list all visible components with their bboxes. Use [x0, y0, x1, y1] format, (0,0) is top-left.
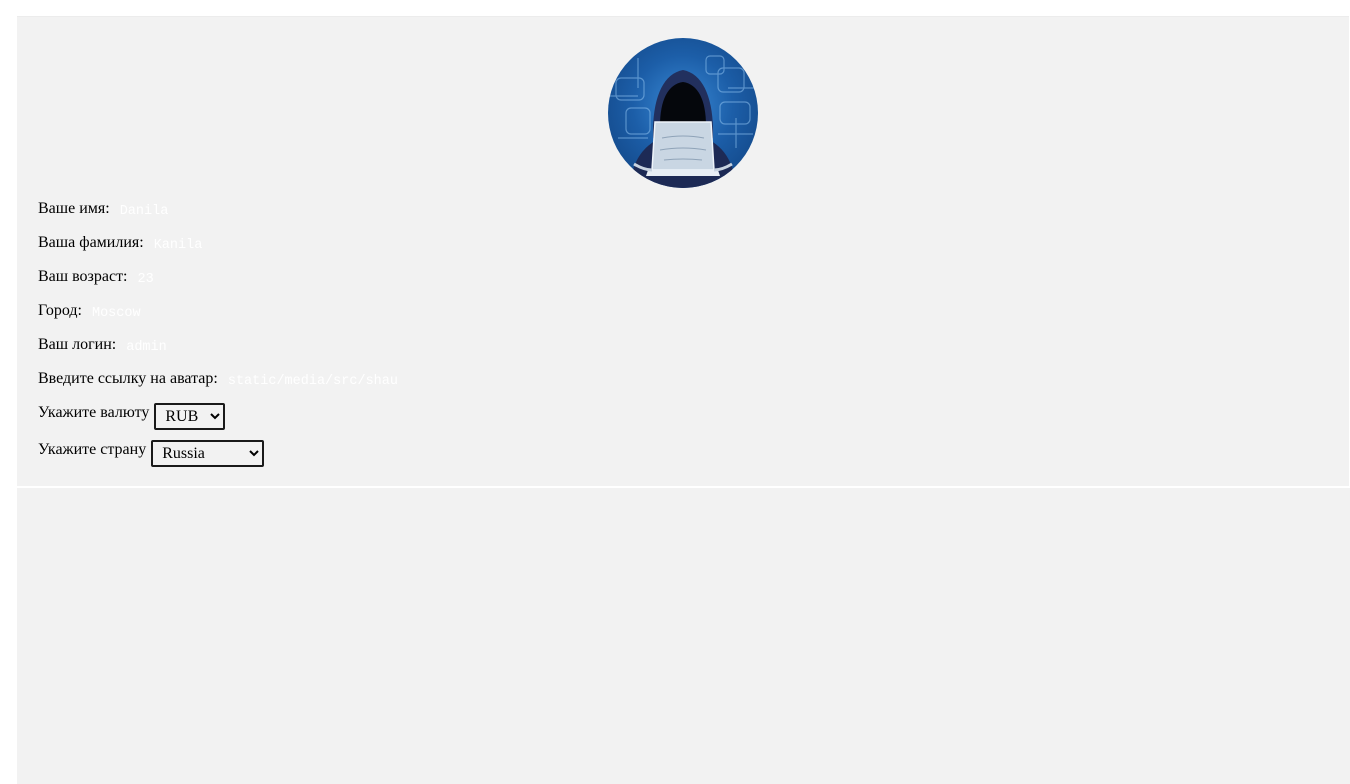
first-name-row: Ваше имя:	[38, 200, 222, 219]
currency-label: Укажите валюту	[38, 404, 150, 421]
country-row: Укажите страну Russia	[38, 440, 265, 467]
city-label: Город:	[38, 302, 82, 319]
last-name-row: Ваша фамилия:	[38, 234, 256, 253]
country-select[interactable]: Russia	[151, 440, 265, 467]
avatar-link-input[interactable]	[225, 373, 412, 389]
city-row: Город:	[38, 302, 194, 321]
currency-select[interactable]: RUB	[154, 403, 226, 430]
profile-panel: Ваше имя: Ваша фамилия: Ваш возраст: Гор…	[17, 16, 1349, 486]
city-input[interactable]	[89, 305, 194, 321]
login-input[interactable]	[124, 339, 229, 355]
avatar-link-row: Введите ссылку на аватар:	[38, 370, 412, 389]
age-row: Ваш возраст:	[38, 268, 240, 287]
login-label: Ваш логин:	[38, 336, 117, 353]
currency-row: Укажите валюту RUB	[38, 403, 226, 430]
last-name-input[interactable]	[151, 237, 256, 253]
login-row: Ваш логин:	[38, 336, 229, 355]
age-input[interactable]	[135, 271, 240, 287]
content-area	[17, 488, 1350, 784]
first-name-input[interactable]	[117, 203, 222, 219]
hooded-hacker-avatar-icon	[608, 55, 758, 188]
first-name-label: Ваше имя:	[38, 200, 110, 217]
age-label: Ваш возраст:	[38, 268, 128, 285]
last-name-label: Ваша фамилия:	[38, 234, 144, 251]
country-label: Укажите страну	[38, 441, 147, 458]
avatar-link-label: Введите ссылку на аватар:	[38, 370, 218, 387]
avatar	[608, 38, 758, 188]
